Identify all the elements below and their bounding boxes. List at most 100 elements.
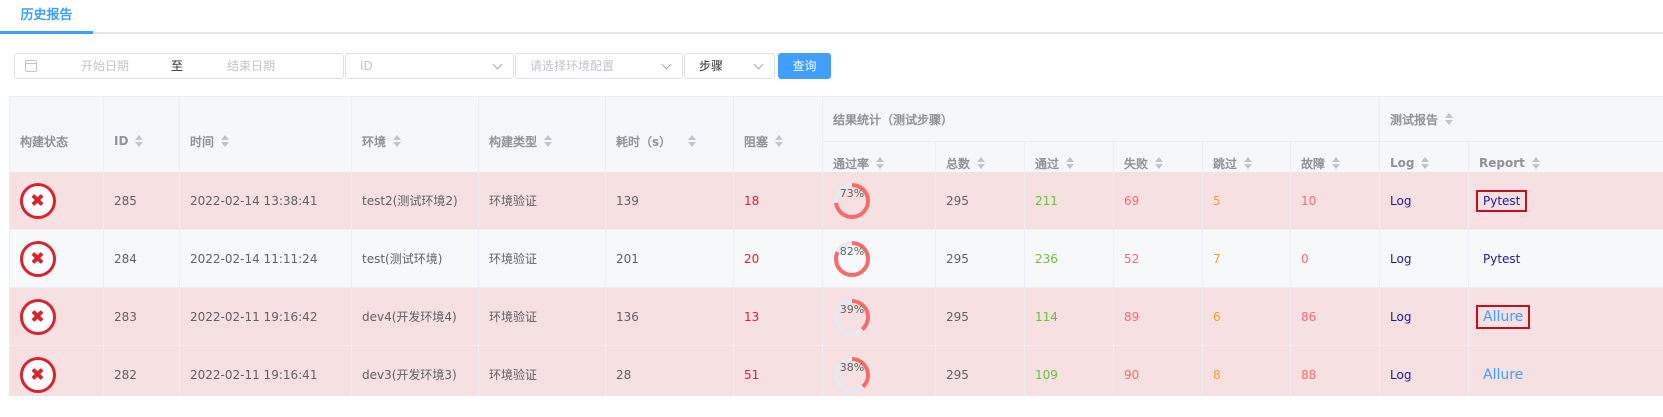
table-row[interactable]: 285 2022-02-14 13:38:41 test2(测试环境2) 环境验证 13…: [10, 172, 1663, 230]
date-range-picker[interactable]: 开始日期 至 结束日期: [14, 53, 344, 79]
cell-log: Log: [1390, 230, 1411, 287]
cell-build-type: 环境验证: [489, 194, 538, 208]
cell-failed: 52: [1124, 251, 1140, 266]
sort-caret-icon[interactable]: [220, 135, 230, 147]
report-link-pytest[interactable]: Pytest: [1483, 252, 1520, 266]
error-circle-icon: [20, 356, 56, 393]
report-link-pytest[interactable]: Pytest: [1476, 189, 1528, 212]
cell-blocked: 51: [744, 367, 760, 382]
cell-env: dev3(开发环境3): [362, 368, 457, 382]
error-circle-icon: [20, 182, 56, 219]
cell-fault: 10: [1301, 193, 1317, 208]
cell-total: 295: [946, 193, 969, 208]
status-cell: [20, 288, 56, 345]
cell-time: 2022-02-14 11:11:24: [190, 251, 318, 266]
cell-failed: 90: [1124, 367, 1140, 382]
cell-fault: 88: [1301, 367, 1317, 382]
tab-bar: 历史报告: [0, 0, 1663, 34]
sort-caret-icon[interactable]: [1420, 157, 1430, 169]
cell-total: 295: [946, 251, 969, 266]
error-circle-icon: [20, 240, 56, 277]
start-date-placeholder[interactable]: 开始日期: [81, 54, 129, 78]
chevron-down-icon: [753, 59, 764, 70]
cell-build-type: 环境验证: [489, 310, 538, 324]
table-row[interactable]: 284 2022-02-14 11:11:24 test(测试环境) 环境验证 201 2…: [10, 230, 1663, 288]
table-row[interactable]: 283 2022-02-11 19:16:42 dev4(开发环境4) 环境验证 136…: [10, 288, 1663, 346]
sort-caret-icon[interactable]: [1243, 157, 1253, 169]
tab-history-report[interactable]: 历史报告: [0, 0, 93, 34]
cell-total: 295: [946, 309, 969, 324]
sort-caret-icon[interactable]: [1065, 157, 1075, 169]
th-report-group[interactable]: 测试报告: [1390, 97, 1454, 141]
cell-time: 2022-02-11 19:16:41: [190, 367, 318, 382]
sort-caret-icon[interactable]: [687, 135, 697, 147]
cell-failed: 89: [1124, 309, 1140, 324]
cell-fault: 86: [1301, 309, 1317, 324]
step-select[interactable]: 步骤: [684, 53, 775, 79]
sort-caret-icon[interactable]: [392, 135, 402, 147]
sort-caret-icon[interactable]: [875, 157, 885, 169]
pass-rate-ring: 39%: [833, 298, 871, 336]
pass-rate-ring: 82%: [833, 240, 871, 278]
cell-env: test2(测试环境2): [362, 194, 458, 208]
pass-rate-label: 38%: [839, 360, 865, 374]
status-cell: [20, 172, 56, 229]
cell-skipped: 7: [1213, 251, 1221, 266]
log-link[interactable]: Log: [1390, 368, 1411, 382]
query-button[interactable]: 查询: [778, 53, 831, 79]
history-report-table: 构建状态 ID 时间 环境 构建类型 耗时（s） 阻塞 结果统计（测试步骤） 通…: [9, 96, 1663, 396]
cell-skipped: 8: [1213, 367, 1221, 382]
report-link-allure[interactable]: Allure: [1483, 367, 1523, 383]
table-header: 构建状态 ID 时间 环境 构建类型 耗时（s） 阻塞 结果统计（测试步骤） 通…: [10, 96, 1663, 185]
cell-blocked: 13: [744, 309, 760, 324]
id-select-placeholder: ID: [360, 59, 373, 73]
cell-duration: 136: [616, 309, 639, 324]
sort-caret-icon[interactable]: [1531, 157, 1541, 169]
sort-caret-icon[interactable]: [976, 157, 986, 169]
cell-pass-rate: 73%: [833, 172, 871, 229]
cell-total: 295: [946, 367, 969, 382]
sort-caret-icon[interactable]: [1154, 157, 1164, 169]
log-link[interactable]: Log: [1390, 194, 1411, 208]
sort-caret-icon[interactable]: [543, 135, 553, 147]
log-link[interactable]: Log: [1390, 310, 1411, 324]
env-config-select[interactable]: 请选择环境配置: [515, 53, 683, 79]
cell-log: Log: [1390, 346, 1411, 396]
pass-rate-label: 82%: [839, 244, 865, 258]
cell-duration: 28: [616, 367, 632, 382]
cell-failed: 69: [1124, 193, 1140, 208]
cell-passed: 114: [1035, 309, 1058, 324]
sort-caret-icon[interactable]: [1331, 157, 1341, 169]
report-link-allure[interactable]: Allure: [1476, 304, 1531, 329]
cell-report: Pytest: [1476, 172, 1528, 229]
status-cell: [20, 346, 56, 396]
cell-time: 2022-02-14 13:38:41: [190, 193, 318, 208]
cell-fault: 0: [1301, 251, 1309, 266]
table-row[interactable]: 282 2022-02-11 19:16:41 dev3(开发环境3) 环境验证 28 5…: [10, 346, 1663, 396]
cell-passed: 109: [1035, 367, 1058, 382]
end-date-placeholder[interactable]: 结束日期: [227, 54, 275, 78]
cell-passed: 236: [1035, 251, 1058, 266]
cell-report: Allure: [1476, 288, 1531, 345]
cell-report: Allure: [1476, 346, 1523, 396]
cell-build-type: 环境验证: [489, 368, 538, 382]
th-result-group: 结果统计（测试步骤）: [833, 112, 954, 127]
pass-rate-label: 39%: [839, 302, 865, 316]
status-cell: [20, 230, 56, 287]
log-link[interactable]: Log: [1390, 252, 1411, 266]
cell-skipped: 6: [1213, 309, 1221, 324]
cell-report: Pytest: [1476, 230, 1520, 287]
cell-id: 284: [114, 251, 137, 266]
cell-blocked: 20: [744, 251, 760, 266]
step-select-value: 步骤: [699, 59, 724, 73]
sort-caret-icon[interactable]: [134, 135, 144, 147]
env-select-placeholder: 请选择环境配置: [530, 59, 615, 73]
pass-rate-label: 73%: [839, 186, 865, 200]
cell-id: 282: [114, 367, 137, 382]
cell-skipped: 5: [1213, 193, 1221, 208]
id-select[interactable]: ID: [345, 53, 514, 79]
cell-blocked: 18: [744, 193, 760, 208]
sort-caret-icon[interactable]: [774, 135, 784, 147]
cell-id: 283: [114, 309, 137, 324]
sort-caret-icon[interactable]: [1444, 113, 1454, 125]
